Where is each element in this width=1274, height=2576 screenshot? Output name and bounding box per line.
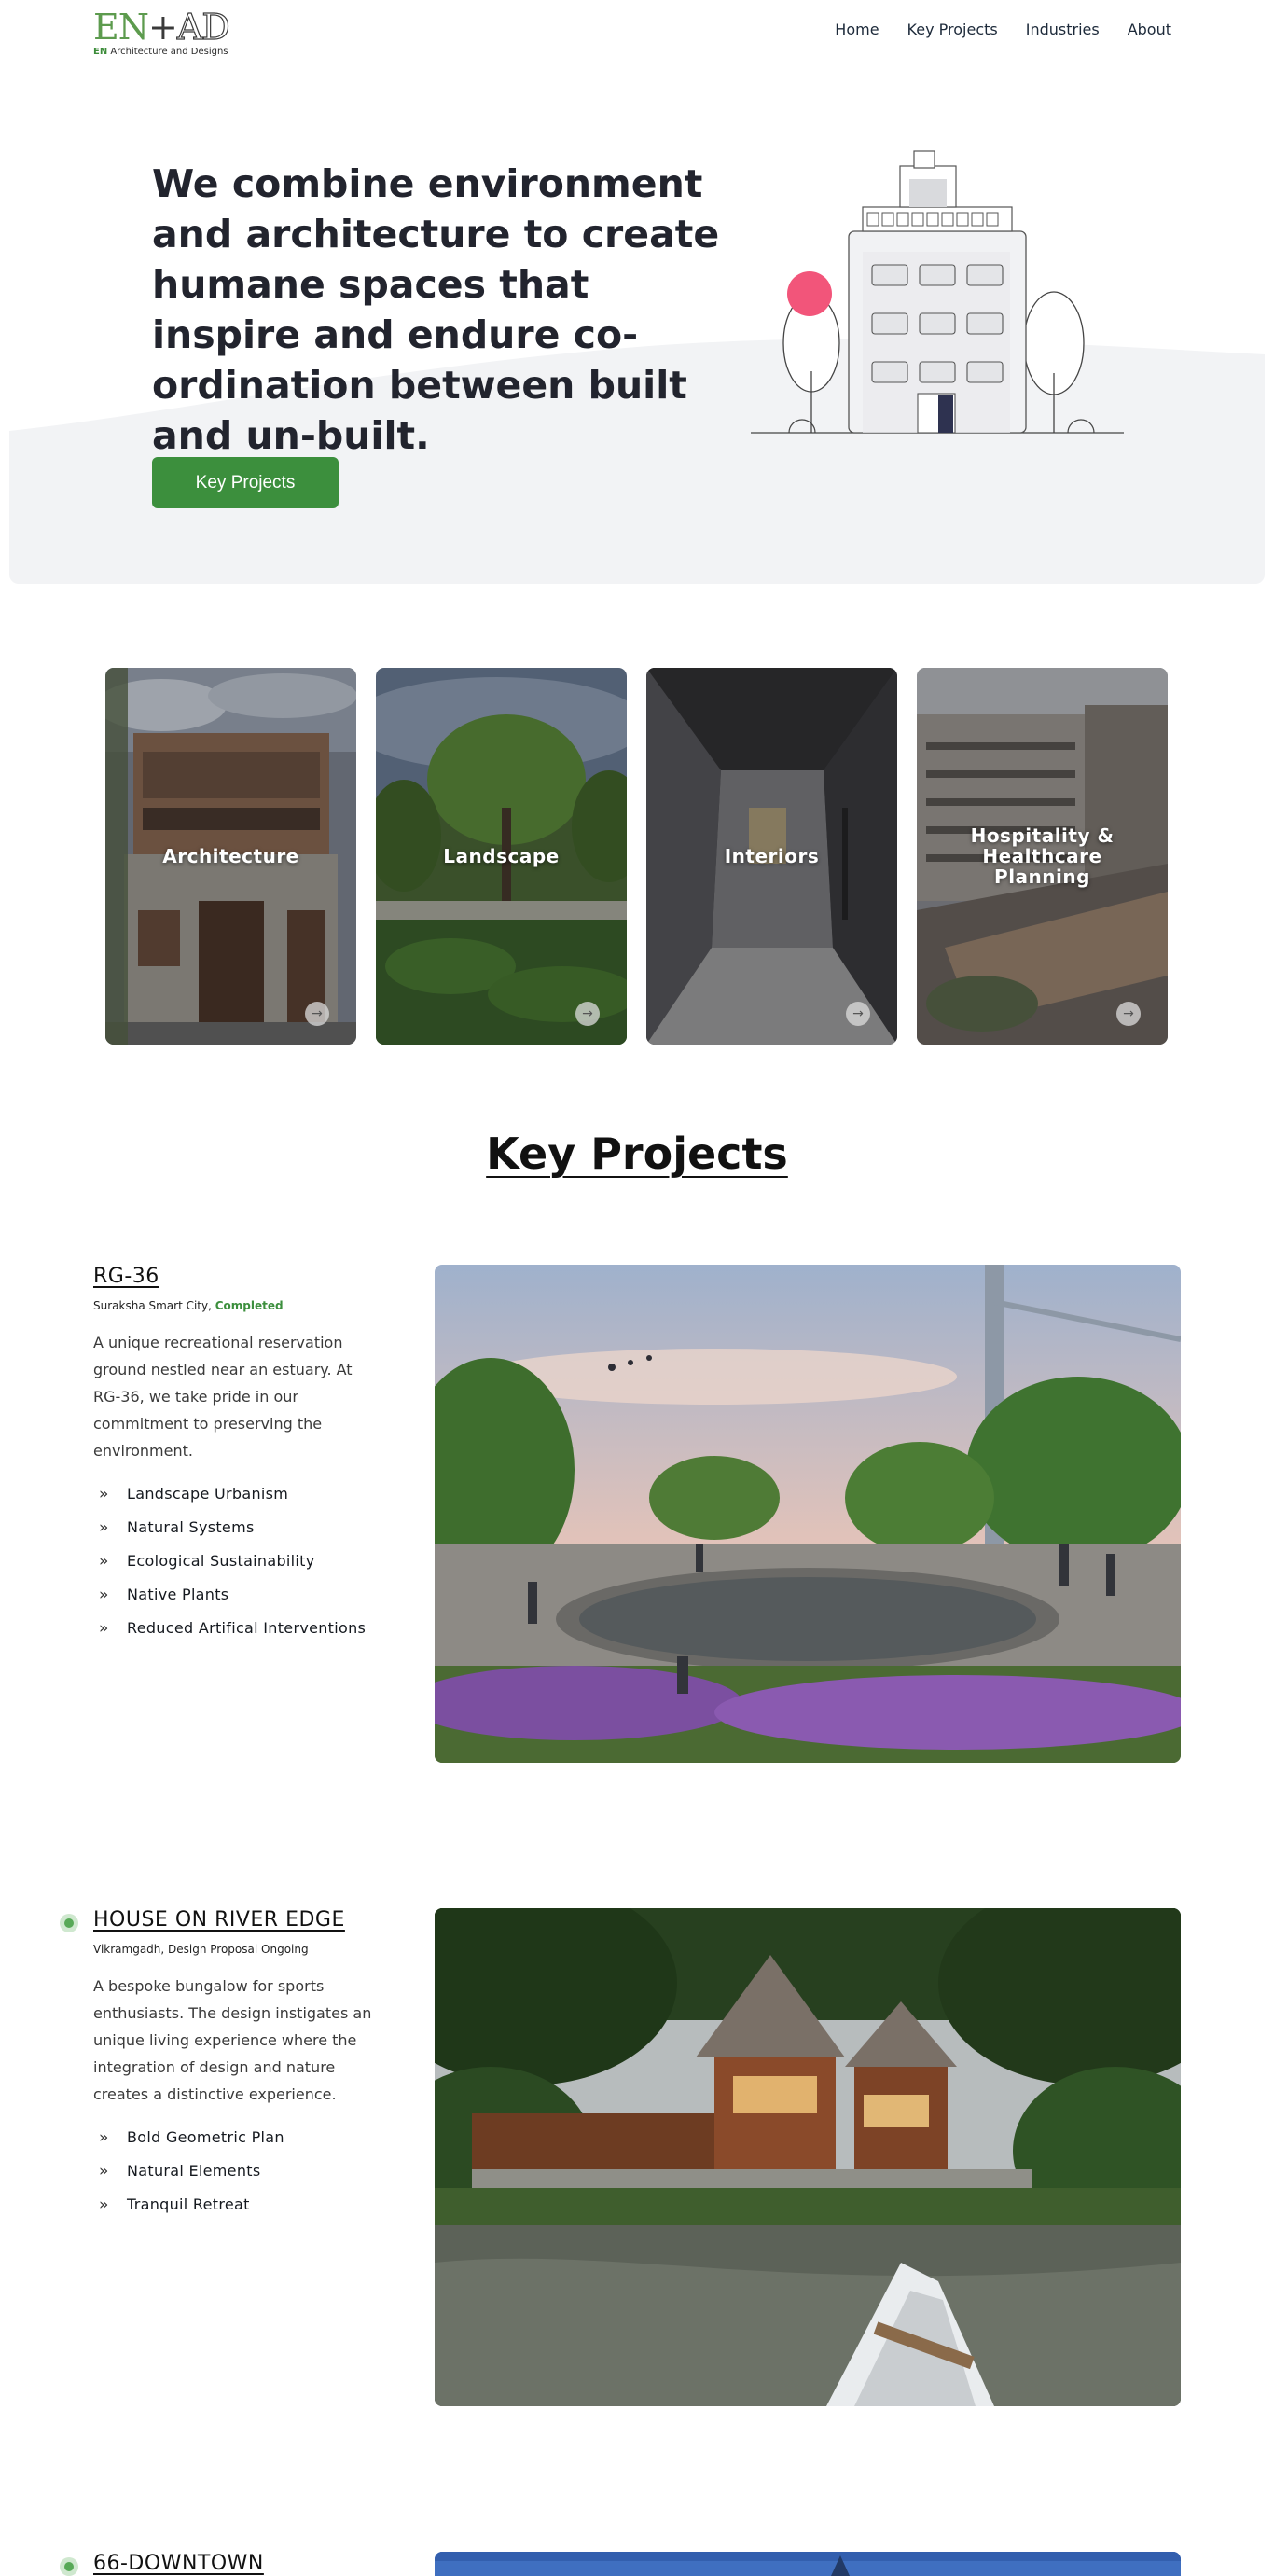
category-card-landscape[interactable]: Landscape → bbox=[376, 668, 627, 1045]
arrow-right-icon[interactable]: → bbox=[575, 1002, 600, 1026]
arrow-right-icon[interactable]: → bbox=[846, 1002, 870, 1026]
nav-link-industries[interactable]: Industries bbox=[1026, 21, 1100, 38]
arrow-right-icon[interactable]: → bbox=[305, 1002, 329, 1026]
category-card-interiors[interactable]: Interiors → bbox=[646, 668, 897, 1045]
project-meta: Vikramgadh, Design Proposal Ongoing bbox=[93, 1943, 309, 1956]
project-description: A bespoke bungalow for sports enthusiast… bbox=[93, 1977, 372, 2103]
category-card-architecture[interactable]: Architecture → bbox=[105, 668, 356, 1045]
timeline-dot bbox=[60, 1914, 78, 1932]
project-tag: » Landscape Urbanism bbox=[93, 1477, 392, 1511]
site-logo[interactable]: EN+AD EN Architecture and Designs bbox=[93, 7, 252, 58]
project-image[interactable] bbox=[435, 1265, 1181, 1763]
project-tags: » Landscape Urbanism » Natural Systems » Ec… bbox=[93, 1477, 392, 1645]
logo-tagline: EN Architecture and Designs bbox=[93, 47, 228, 57]
category-label: Landscape bbox=[443, 845, 560, 867]
double-chevron-right-icon: » bbox=[99, 2162, 109, 2181]
nav-link-key-projects[interactable]: Key Projects bbox=[907, 21, 998, 38]
main-menu: Home Key Projects Industries About bbox=[835, 21, 1171, 38]
logo-mark: EN+AD bbox=[93, 7, 230, 48]
project-tag: » Bold Geometric Plan bbox=[93, 2121, 392, 2154]
key-projects-heading: Key Projects bbox=[486, 1129, 788, 1179]
category-label: Hospitality & Healthcare Planning bbox=[970, 824, 1115, 888]
category-label: Interiors bbox=[724, 845, 820, 867]
category-card-hospitality[interactable]: Hospitality & Healthcare Planning → bbox=[917, 668, 1168, 1045]
top-navigation: EN+AD EN Architecture and Designs Home K… bbox=[0, 0, 1274, 65]
project-image[interactable] bbox=[435, 1908, 1181, 2406]
timeline-dot bbox=[60, 2557, 78, 2576]
arrow-right-icon[interactable]: → bbox=[1116, 1002, 1141, 1026]
river-house-render bbox=[435, 1908, 1181, 2406]
project-tag: » Native Plants bbox=[93, 1578, 392, 1612]
double-chevron-right-icon: » bbox=[99, 1586, 109, 1604]
nav-link-home[interactable]: Home bbox=[835, 21, 879, 38]
project-meta: Suraksha Smart City, Completed bbox=[93, 1299, 284, 1312]
double-chevron-right-icon: » bbox=[99, 1619, 109, 1638]
hero-section: We combine environment and architecture … bbox=[9, 65, 1265, 584]
project-tag: » Natural Elements bbox=[93, 2154, 392, 2188]
project-title-link[interactable]: 66-DOWNTOWN bbox=[93, 2552, 264, 2575]
project-tag: » Ecological Sustainability bbox=[93, 1544, 392, 1578]
downtown-render bbox=[435, 2552, 1181, 2576]
project-status: Completed bbox=[215, 1299, 284, 1312]
project-image[interactable] bbox=[435, 2552, 1181, 2576]
double-chevron-right-icon: » bbox=[99, 2195, 109, 2214]
double-chevron-right-icon: » bbox=[99, 2128, 109, 2147]
category-label: Architecture bbox=[162, 845, 299, 867]
rg-36-render bbox=[435, 1265, 1181, 1763]
project-description: A unique recreational reservation ground… bbox=[93, 1334, 353, 1460]
double-chevron-right-icon: » bbox=[99, 1518, 109, 1537]
project-tags: » Bold Geometric Plan » Natural Elements »… bbox=[93, 2121, 392, 2222]
double-chevron-right-icon: » bbox=[99, 1552, 109, 1571]
project-title-link[interactable]: HOUSE ON RIVER EDGE bbox=[93, 1908, 345, 1932]
project-tag: » Natural Systems bbox=[93, 1511, 392, 1544]
category-cards: Architecture → Landscape → Interiors → H… bbox=[105, 668, 1168, 1045]
double-chevron-right-icon: » bbox=[99, 1485, 109, 1503]
hero-key-projects-button[interactable]: Key Projects bbox=[152, 457, 339, 508]
building-illustration bbox=[751, 150, 1124, 434]
project-title-link[interactable]: RG-36 bbox=[93, 1265, 159, 1288]
hero-headline: We combine environment and architecture … bbox=[152, 161, 720, 458]
nav-link-about[interactable]: About bbox=[1128, 21, 1171, 38]
project-tag: » Reduced Artifical Interventions bbox=[93, 1612, 392, 1645]
project-tag: » Tranquil Retreat bbox=[93, 2188, 392, 2222]
